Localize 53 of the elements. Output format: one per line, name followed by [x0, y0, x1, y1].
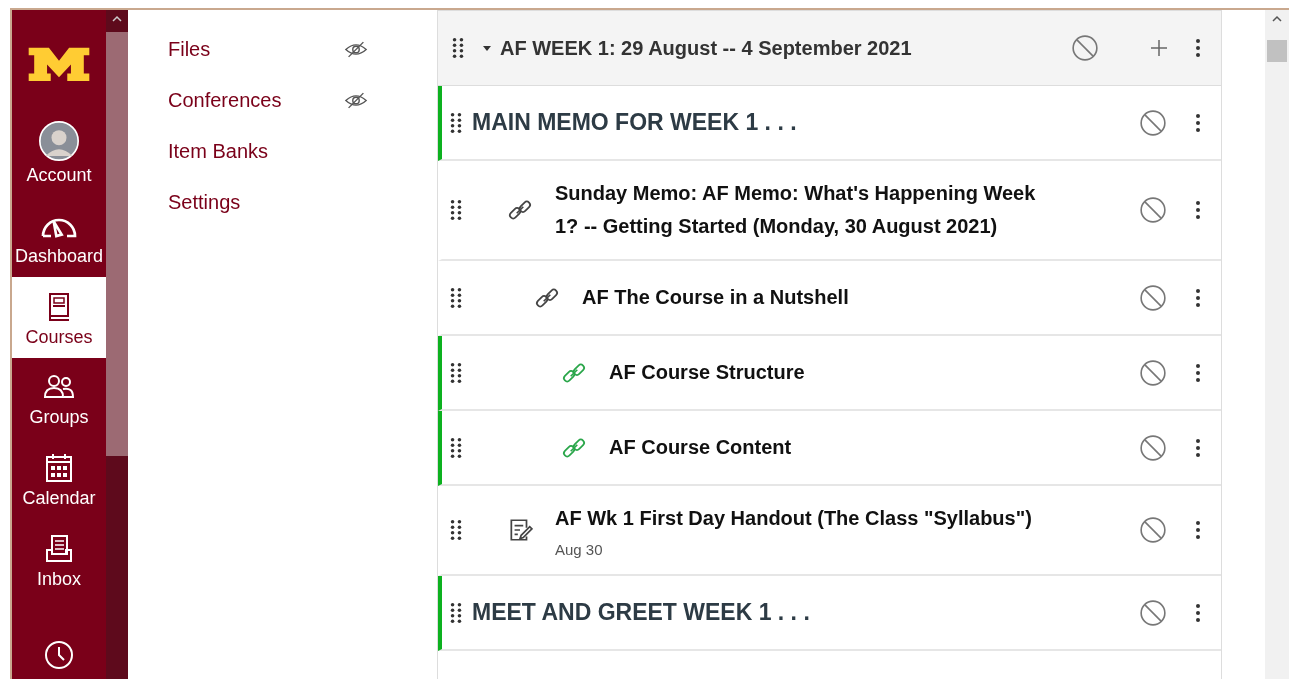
unpublished-icon[interactable]: [1139, 358, 1167, 387]
clock-icon: [43, 639, 75, 671]
scrollbar-thumb[interactable]: [1267, 40, 1287, 62]
course-nav-link[interactable]: Item Banks: [168, 139, 269, 163]
global-nav-item[interactable]: Courses: [12, 276, 106, 358]
item-title-link[interactable]: Sunday Memo: AF Memo: What's Happening Week 1? -- Getting Started (Monday, 30 August 2021): [555, 177, 1039, 243]
add-icon[interactable]: [1149, 38, 1169, 58]
more-options-icon[interactable]: [1195, 200, 1201, 220]
dashboard-icon: [41, 217, 77, 238]
due-date: Aug 30: [555, 541, 604, 558]
unpublished-icon[interactable]: [1139, 598, 1167, 627]
drag-handle-icon[interactable]: [450, 286, 462, 309]
unpublished-icon[interactable]: [1139, 196, 1167, 224]
course-nav-link[interactable]: Settings: [168, 190, 241, 214]
calendar-icon: [43, 452, 75, 485]
global-nav-item[interactable]: Dashboard: [12, 195, 106, 277]
more-options-icon[interactable]: [1195, 520, 1201, 540]
more-options-icon[interactable]: [1195, 602, 1201, 623]
unpublished-icon[interactable]: [1139, 433, 1167, 462]
drag-handle-icon[interactable]: [452, 37, 464, 59]
drag-handle-icon[interactable]: [450, 436, 462, 459]
avatar-icon: [36, 120, 82, 161]
drag-handle-icon[interactable]: [450, 361, 462, 384]
scrollbar-thumb[interactable]: [106, 32, 128, 456]
more-options-icon[interactable]: [1195, 112, 1201, 133]
more-options-icon[interactable]: [1195, 362, 1201, 383]
unpublished-icon[interactable]: [1139, 108, 1167, 137]
caret-icon[interactable]: [482, 43, 492, 53]
unpublished-icon[interactable]: [1071, 34, 1099, 62]
university-logo[interactable]: [26, 46, 92, 83]
global-nav-item[interactable]: Calendar: [12, 438, 106, 520]
course-nav-link[interactable]: Conferences: [168, 88, 282, 112]
global-nav-item[interactable]: Groups: [12, 357, 106, 439]
drag-handle-icon[interactable]: [450, 199, 462, 221]
assignment-icon: [507, 517, 533, 543]
more-options-icon[interactable]: [1195, 38, 1201, 58]
item-title-link[interactable]: AF Course Structure: [609, 356, 1039, 389]
global-nav-item[interactable]: Account: [12, 112, 106, 196]
item-title-link[interactable]: AF Wk 1 First Day Handout (The Class "Syllabus"): [555, 502, 1039, 535]
drag-handle-icon[interactable]: [450, 601, 462, 624]
more-options-icon[interactable]: [1195, 287, 1201, 308]
global-nav-item[interactable]: Inbox: [12, 519, 106, 601]
section-heading: MAIN MEMO FOR WEEK 1 . . .: [472, 109, 798, 136]
module-title: AF WEEK 1: 29 August -- 4 September 2021: [500, 36, 912, 60]
unpublished-icon[interactable]: [1139, 516, 1167, 544]
drag-handle-icon[interactable]: [450, 519, 462, 541]
section-heading: MEET AND GREET WEEK 1 . . .: [472, 599, 811, 626]
item-title-link[interactable]: AF The Course in a Nutshell: [582, 281, 1039, 314]
drag-handle-icon[interactable]: [450, 111, 462, 134]
unpublished-icon[interactable]: [1139, 283, 1167, 312]
more-options-icon[interactable]: [1195, 437, 1201, 458]
course-nav-link[interactable]: Files: [168, 37, 211, 61]
item-title-link[interactable]: AF Course Content: [609, 431, 1039, 464]
